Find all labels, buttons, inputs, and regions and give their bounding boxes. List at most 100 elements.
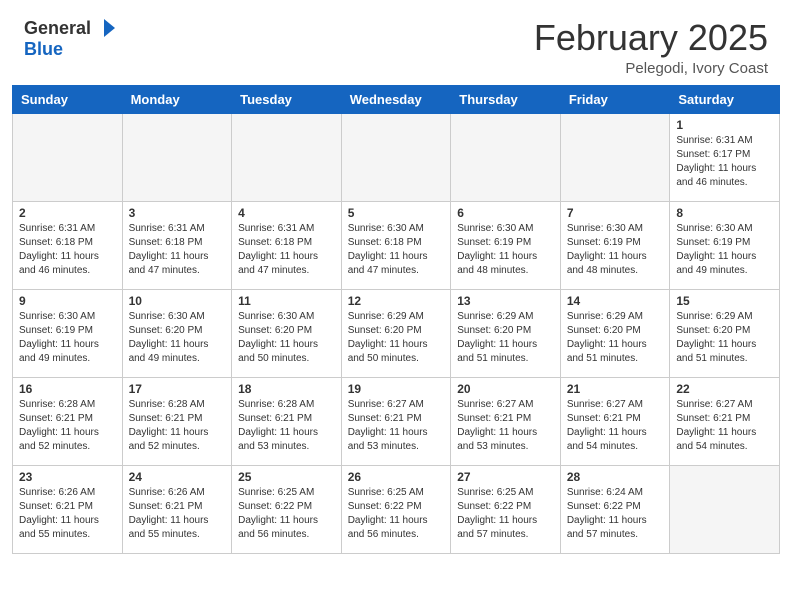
- calendar-table: SundayMondayTuesdayWednesdayThursdayFrid…: [12, 85, 780, 554]
- day-number: 3: [129, 206, 226, 220]
- day-info: Sunrise: 6:25 AM Sunset: 6:22 PM Dayligh…: [457, 486, 554, 542]
- calendar-day-empty: [232, 113, 342, 201]
- day-info: Sunrise: 6:28 AM Sunset: 6:21 PM Dayligh…: [129, 398, 226, 454]
- calendar-day-15: 15Sunrise: 6:29 AM Sunset: 6:20 PM Dayli…: [670, 289, 780, 377]
- day-number: 1: [676, 118, 773, 132]
- day-info: Sunrise: 6:27 AM Sunset: 6:21 PM Dayligh…: [567, 398, 664, 454]
- calendar-day-12: 12 Sunrise: 6:29 AM Sunset: 6:20 PM Dayli…: [341, 289, 451, 377]
- calendar-day-18: 18 Sunrise: 6:28 AM Sunset: 6:21 PM Dayli…: [232, 377, 342, 465]
- day-number: 7: [567, 206, 664, 220]
- weekday-header-sunday: Sunday: [13, 85, 123, 113]
- logo-blue-text: Blue: [24, 39, 63, 59]
- day-number: 23: [19, 470, 116, 484]
- logo: General Blue: [24, 18, 115, 60]
- day-info: Sunrise: 6:30 AM Sunset: 6:19 PM Dayligh…: [567, 222, 664, 278]
- calendar-day-empty: [451, 113, 561, 201]
- calendar-day-1: 1 Sunrise: 6:31 AM Sunset: 6:17 PM Daylig…: [670, 113, 780, 201]
- calendar-day-17: 17 Sunrise: 6:28 AM Sunset: 6:21 PM Dayli…: [122, 377, 232, 465]
- day-info: Sunrise: 6:26 AM Sunset: 6:21 PM Dayligh…: [19, 486, 116, 542]
- calendar-day-21: 21 Sunrise: 6:27 AM Sunset: 6:21 PM Dayli…: [560, 377, 670, 465]
- day-number: 14: [567, 294, 664, 308]
- calendar-week-row: 9 Sunrise: 6:30 AM Sunset: 6:19 PM Daylig…: [13, 289, 780, 377]
- day-info: Sunrise: 6:27 AM Sunset: 6:21 PM Dayligh…: [676, 398, 773, 454]
- calendar-day-24: 24 Sunrise: 6:26 AM Sunset: 6:21 PM Dayli…: [122, 465, 232, 553]
- logo-flag-icon: [93, 17, 115, 39]
- day-info: Sunrise: 6:30 AM Sunset: 6:18 PM Dayligh…: [348, 222, 445, 278]
- day-info: Sunrise: 6:31 AM Sunset: 6:18 PM Dayligh…: [129, 222, 226, 278]
- logo-general-text: General: [24, 18, 91, 39]
- day-number: 6: [457, 206, 554, 220]
- day-number: 10: [129, 294, 226, 308]
- day-number: 24: [129, 470, 226, 484]
- month-title: February 2025: [534, 18, 768, 58]
- weekday-header-monday: Monday: [122, 85, 232, 113]
- day-info: Sunrise: 6:28 AM Sunset: 6:21 PM Dayligh…: [238, 398, 335, 454]
- calendar-day-3: 3 Sunrise: 6:31 AM Sunset: 6:18 PM Daylig…: [122, 201, 232, 289]
- day-number: 17: [129, 382, 226, 396]
- calendar-day-empty: [13, 113, 123, 201]
- day-number: 4: [238, 206, 335, 220]
- day-number: 9: [19, 294, 116, 308]
- calendar-day-14: 14 Sunrise: 6:29 AM Sunset: 6:20 PM Dayli…: [560, 289, 670, 377]
- calendar-day-26: 26Sunrise: 6:25 AM Sunset: 6:22 PM Dayli…: [341, 465, 451, 553]
- day-info: Sunrise: 6:29 AM Sunset: 6:20 PM Dayligh…: [348, 310, 445, 366]
- title-block: February 2025 Pelegodi, Ivory Coast: [534, 18, 768, 77]
- day-number: 21: [567, 382, 664, 396]
- day-info: Sunrise: 6:25 AM Sunset: 6:22 PM Dayligh…: [348, 486, 445, 542]
- calendar-day-empty: [560, 113, 670, 201]
- day-number: 27: [457, 470, 554, 484]
- day-info: Sunrise: 6:27 AM Sunset: 6:21 PM Dayligh…: [457, 398, 554, 454]
- day-info: Sunrise: 6:24 AM Sunset: 6:22 PM Dayligh…: [567, 486, 664, 542]
- location: Pelegodi, Ivory Coast: [534, 60, 768, 77]
- day-number: 28: [567, 470, 664, 484]
- calendar-day-10: 10 Sunrise: 6:30 AM Sunset: 6:20 PM Dayli…: [122, 289, 232, 377]
- calendar-day-28: 28 Sunrise: 6:24 AM Sunset: 6:22 PM Dayli…: [560, 465, 670, 553]
- weekday-header-thursday: Thursday: [451, 85, 561, 113]
- calendar-day-22: 22 Sunrise: 6:27 AM Sunset: 6:21 PM Dayli…: [670, 377, 780, 465]
- calendar-week-row: 23 Sunrise: 6:26 AM Sunset: 6:21 PM Dayli…: [13, 465, 780, 553]
- day-number: 5: [348, 206, 445, 220]
- day-info: Sunrise: 6:29 AM Sunset: 6:20 PM Dayligh…: [676, 310, 773, 366]
- day-info: Sunrise: 6:30 AM Sunset: 6:20 PM Dayligh…: [238, 310, 335, 366]
- day-number: 11: [238, 294, 335, 308]
- day-number: 25: [238, 470, 335, 484]
- day-number: 18: [238, 382, 335, 396]
- calendar-day-13: 13 Sunrise: 6:29 AM Sunset: 6:20 PM Dayli…: [451, 289, 561, 377]
- calendar-day-27: 27 Sunrise: 6:25 AM Sunset: 6:22 PM Dayli…: [451, 465, 561, 553]
- calendar-day-4: 4 Sunrise: 6:31 AM Sunset: 6:18 PM Daylig…: [232, 201, 342, 289]
- calendar-day-empty: [341, 113, 451, 201]
- calendar-day-empty: [670, 465, 780, 553]
- day-info: Sunrise: 6:31 AM Sunset: 6:18 PM Dayligh…: [238, 222, 335, 278]
- day-number: 20: [457, 382, 554, 396]
- page: General Blue February 2025 Pelegodi, Ivo…: [0, 0, 792, 612]
- calendar-day-2: 2Sunrise: 6:31 AM Sunset: 6:18 PM Daylig…: [13, 201, 123, 289]
- calendar-day-19: 19Sunrise: 6:27 AM Sunset: 6:21 PM Dayli…: [341, 377, 451, 465]
- day-info: Sunrise: 6:25 AM Sunset: 6:22 PM Dayligh…: [238, 486, 335, 542]
- calendar-day-23: 23 Sunrise: 6:26 AM Sunset: 6:21 PM Dayli…: [13, 465, 123, 553]
- calendar-day-16: 16Sunrise: 6:28 AM Sunset: 6:21 PM Dayli…: [13, 377, 123, 465]
- day-number: 2: [19, 206, 116, 220]
- day-info: Sunrise: 6:31 AM Sunset: 6:17 PM Dayligh…: [676, 134, 773, 190]
- calendar-day-7: 7 Sunrise: 6:30 AM Sunset: 6:19 PM Daylig…: [560, 201, 670, 289]
- day-number: 19: [348, 382, 445, 396]
- day-number: 12: [348, 294, 445, 308]
- day-info: Sunrise: 6:29 AM Sunset: 6:20 PM Dayligh…: [567, 310, 664, 366]
- day-info: Sunrise: 6:29 AM Sunset: 6:20 PM Dayligh…: [457, 310, 554, 366]
- calendar-week-row: 1 Sunrise: 6:31 AM Sunset: 6:17 PM Daylig…: [13, 113, 780, 201]
- day-info: Sunrise: 6:30 AM Sunset: 6:19 PM Dayligh…: [457, 222, 554, 278]
- calendar-day-20: 20 Sunrise: 6:27 AM Sunset: 6:21 PM Dayli…: [451, 377, 561, 465]
- weekday-header-wednesday: Wednesday: [341, 85, 451, 113]
- day-info: Sunrise: 6:30 AM Sunset: 6:19 PM Dayligh…: [676, 222, 773, 278]
- day-info: Sunrise: 6:26 AM Sunset: 6:21 PM Dayligh…: [129, 486, 226, 542]
- calendar-day-11: 11 Sunrise: 6:30 AM Sunset: 6:20 PM Dayli…: [232, 289, 342, 377]
- day-number: 22: [676, 382, 773, 396]
- day-info: Sunrise: 6:28 AM Sunset: 6:21 PM Dayligh…: [19, 398, 116, 454]
- calendar-day-9: 9 Sunrise: 6:30 AM Sunset: 6:19 PM Daylig…: [13, 289, 123, 377]
- day-number: 13: [457, 294, 554, 308]
- day-info: Sunrise: 6:30 AM Sunset: 6:20 PM Dayligh…: [129, 310, 226, 366]
- day-info: Sunrise: 6:30 AM Sunset: 6:19 PM Dayligh…: [19, 310, 116, 366]
- calendar-header-row: SundayMondayTuesdayWednesdayThursdayFrid…: [13, 85, 780, 113]
- weekday-header-saturday: Saturday: [670, 85, 780, 113]
- calendar-week-row: 16Sunrise: 6:28 AM Sunset: 6:21 PM Dayli…: [13, 377, 780, 465]
- calendar-day-8: 8Sunrise: 6:30 AM Sunset: 6:19 PM Daylig…: [670, 201, 780, 289]
